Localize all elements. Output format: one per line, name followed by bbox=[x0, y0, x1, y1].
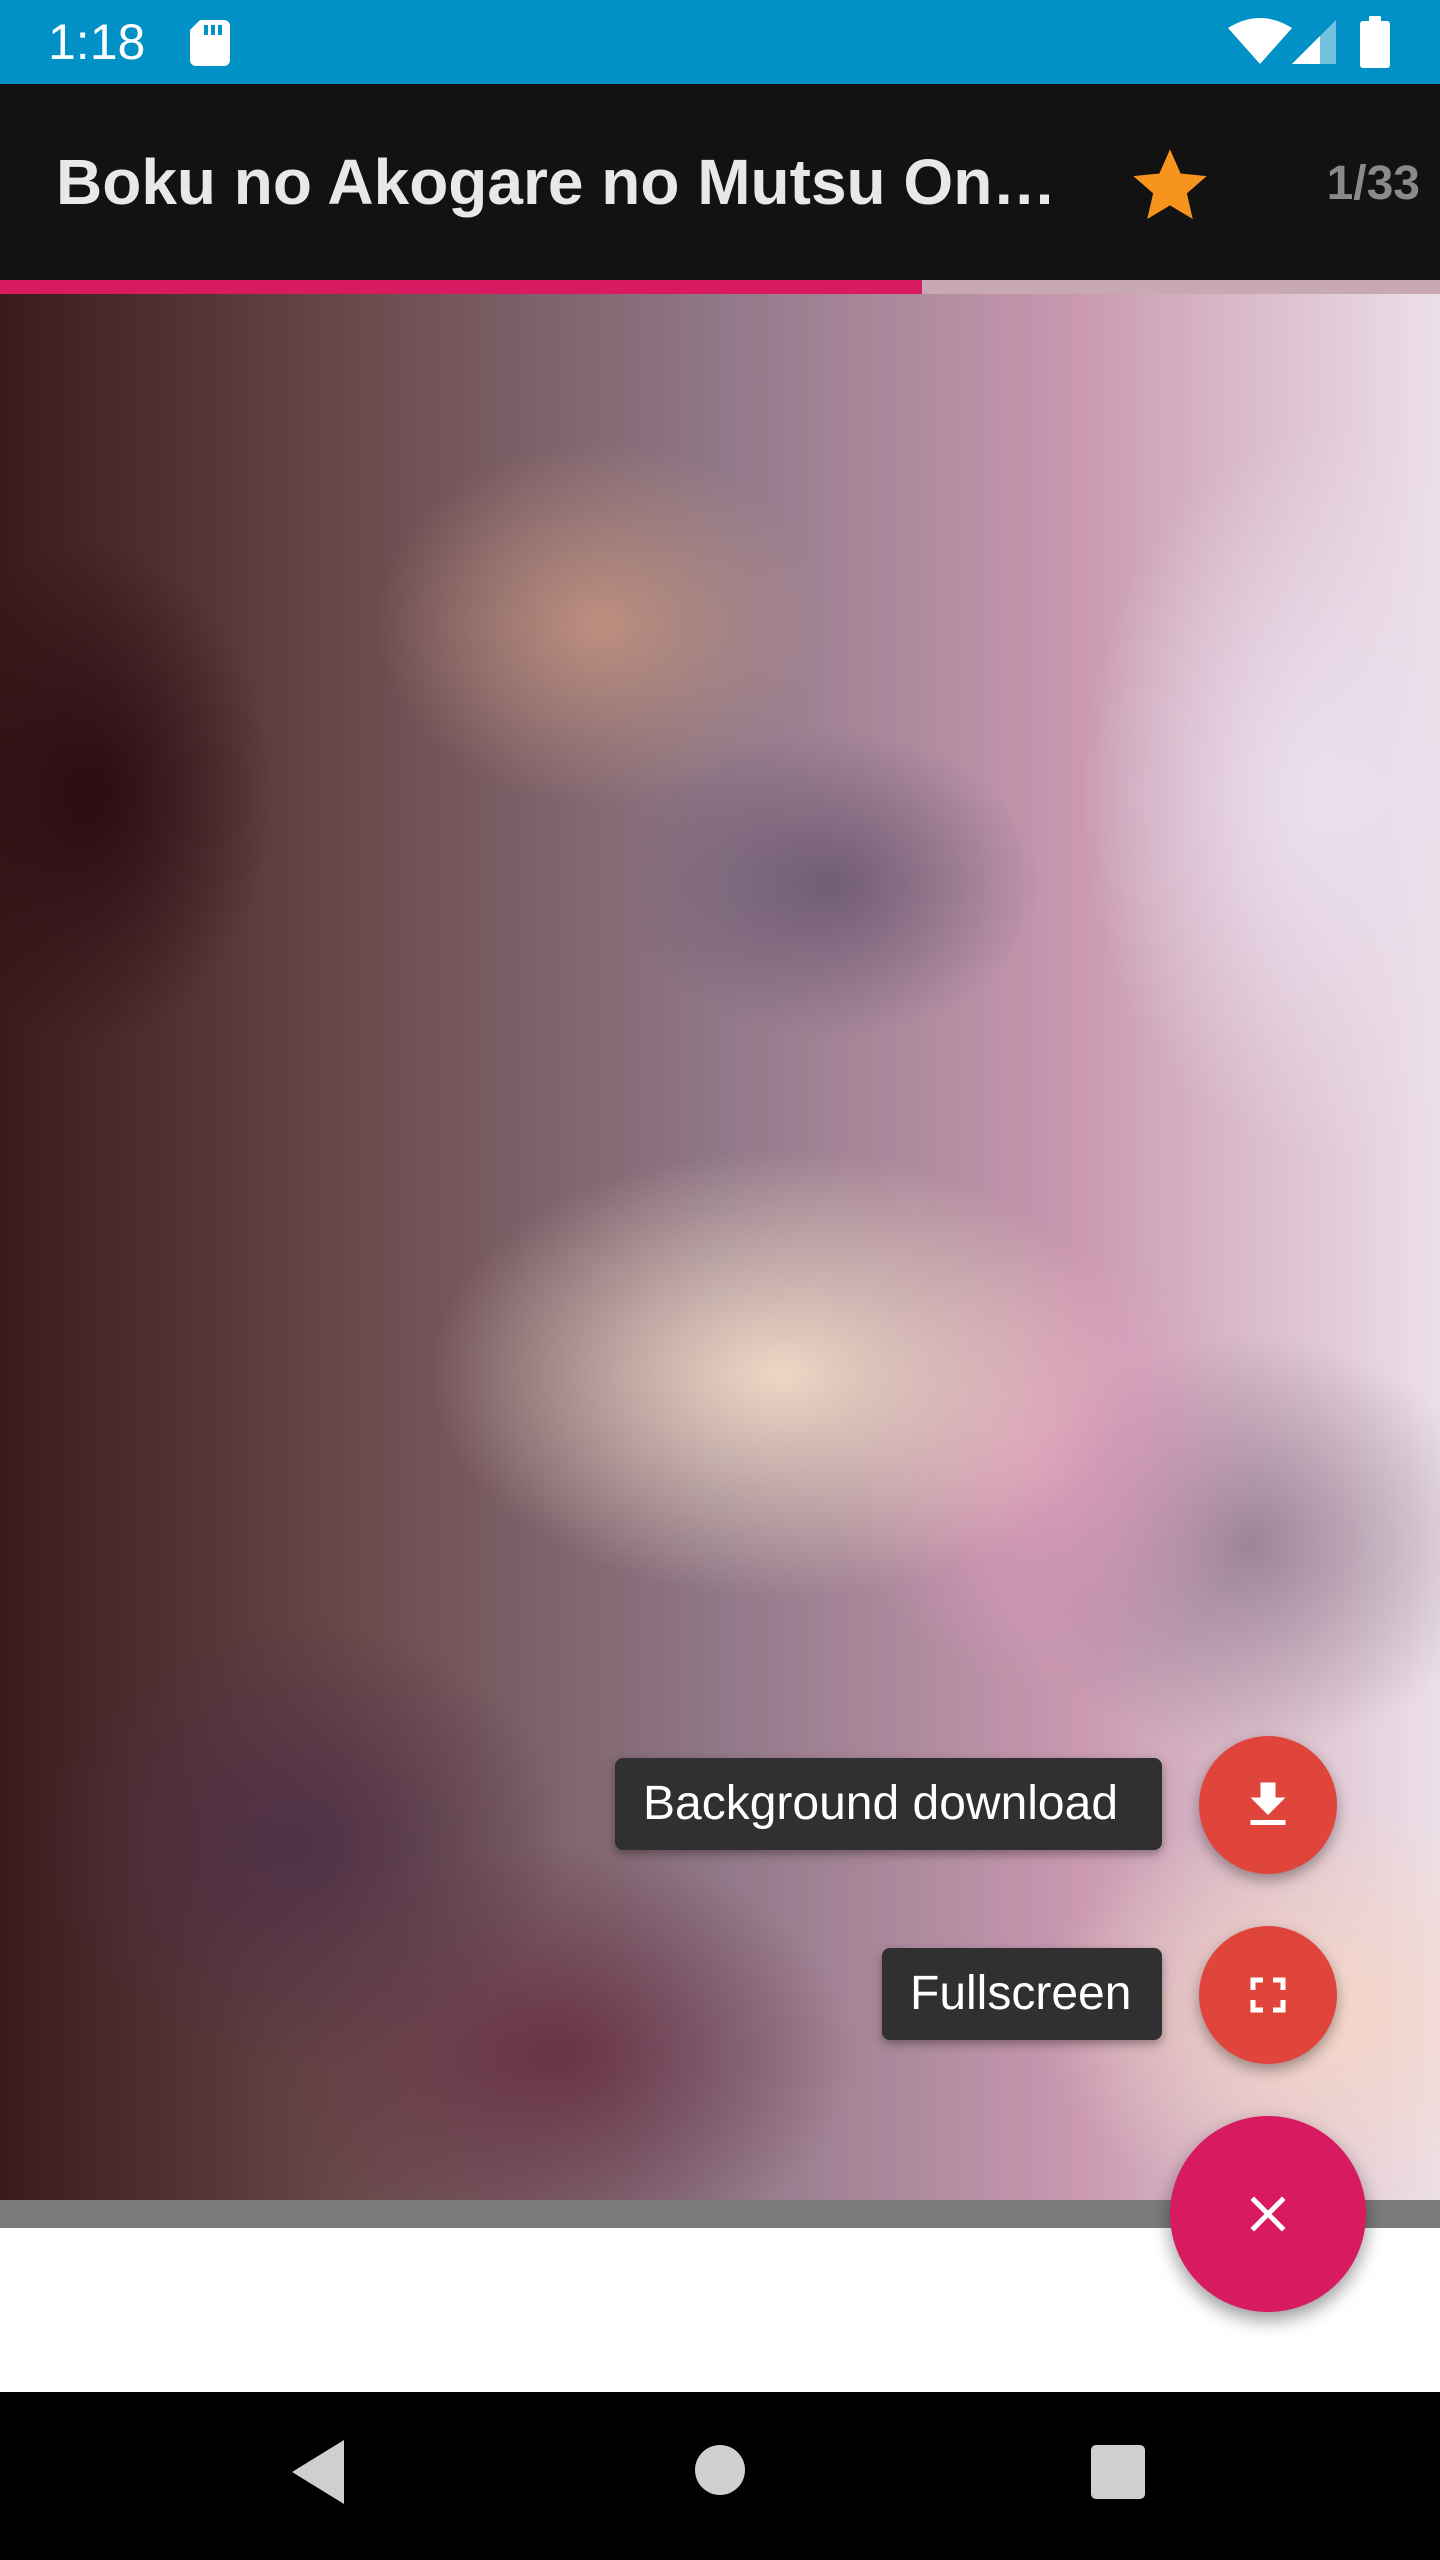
background-download-label[interactable]: Background download bbox=[615, 1758, 1162, 1850]
back-icon[interactable] bbox=[288, 2436, 348, 2508]
sd-card-icon bbox=[190, 20, 230, 66]
close-icon bbox=[1250, 2196, 1286, 2232]
reading-progress-fill bbox=[0, 280, 922, 294]
download-icon bbox=[1250, 1782, 1286, 1825]
fullscreen-label[interactable]: Fullscreen bbox=[882, 1948, 1162, 2040]
status-bar: 1:18 bbox=[0, 0, 1440, 84]
close-menu-button[interactable] bbox=[1170, 2116, 1366, 2312]
favorite-star-icon[interactable] bbox=[1126, 142, 1214, 230]
toolbar: Boku no Akogare no Mutsu Onee-san 1/33 bbox=[0, 84, 1440, 280]
cell-signal-icon bbox=[1292, 20, 1336, 64]
recents-icon[interactable] bbox=[1090, 2444, 1146, 2500]
fullscreen-button[interactable] bbox=[1199, 1926, 1337, 2064]
status-time: 1:18 bbox=[48, 14, 146, 70]
navigation-bar bbox=[0, 2392, 1440, 2560]
home-icon[interactable] bbox=[694, 2444, 746, 2496]
reader-screen: 1:18 Boku no Akogare no Mutsu Onee-san 1… bbox=[0, 0, 1440, 2560]
wifi-icon bbox=[1228, 18, 1292, 64]
manga-page-image[interactable] bbox=[0, 294, 1440, 2200]
gallery-title: Boku no Akogare no Mutsu Onee-san bbox=[56, 146, 1066, 218]
background-download-button[interactable] bbox=[1199, 1736, 1337, 1874]
reading-progress-bar[interactable] bbox=[0, 280, 1440, 294]
page-counter[interactable]: 1/33 bbox=[1270, 154, 1420, 214]
fullscreen-icon bbox=[1250, 1977, 1286, 2013]
battery-icon bbox=[1360, 16, 1390, 68]
